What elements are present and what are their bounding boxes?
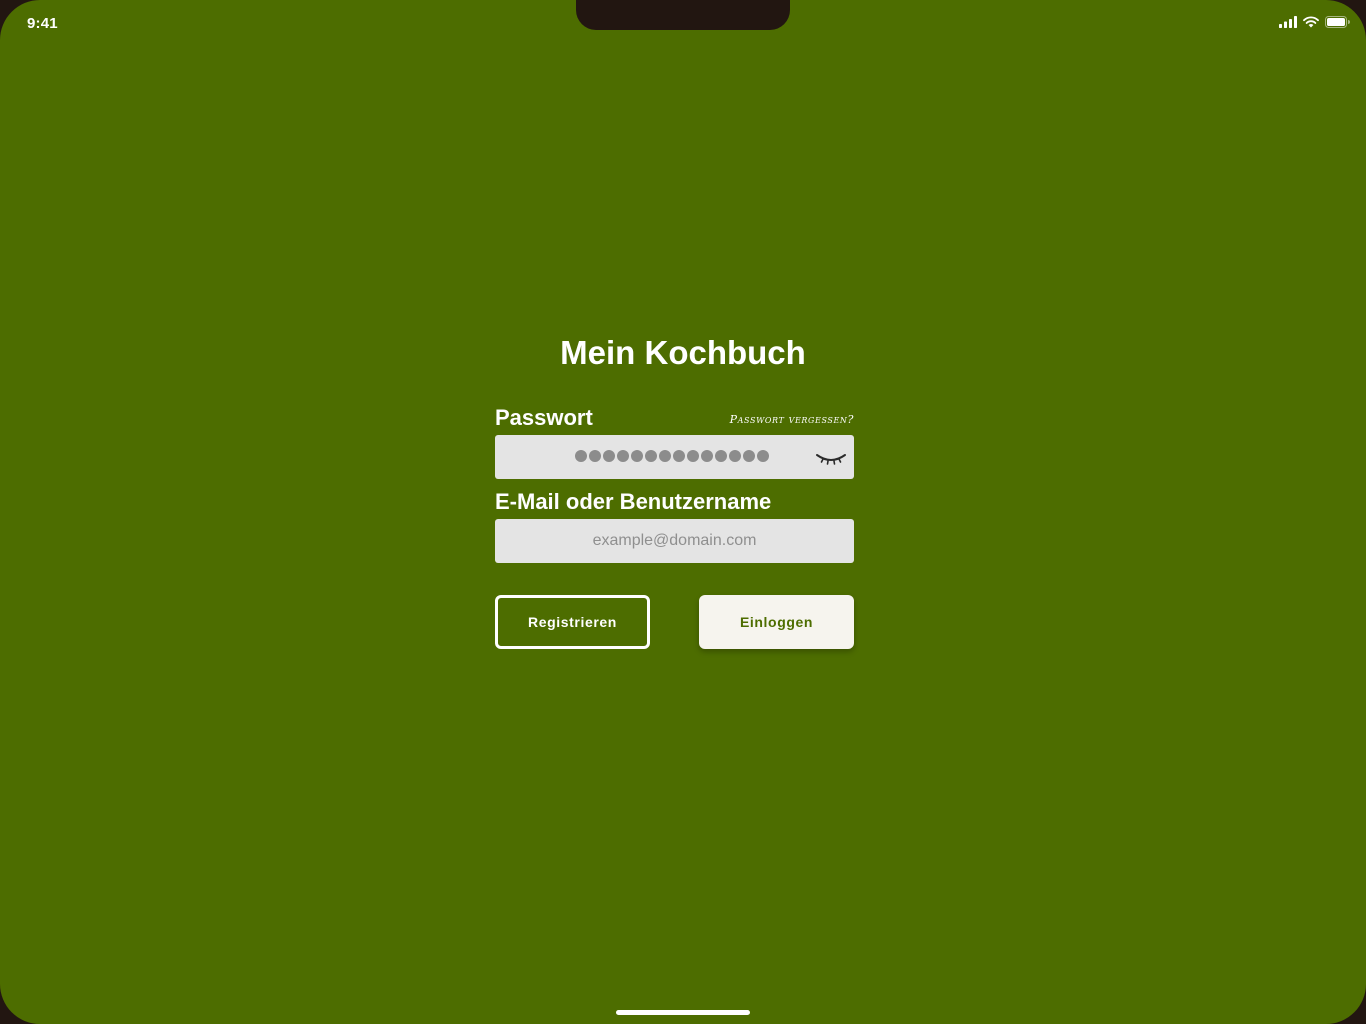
register-button[interactable]: Registrieren (495, 595, 650, 649)
password-mask-dot (589, 450, 601, 462)
email-placeholder: example@domain.com (592, 532, 757, 549)
home-indicator[interactable] (616, 1010, 750, 1015)
password-mask-dot (743, 450, 755, 462)
eye-closed-icon[interactable] (815, 449, 847, 467)
status-time: 9:41 (27, 15, 58, 32)
password-mask-dot (645, 450, 657, 462)
battery-icon (1325, 16, 1350, 28)
status-icons (1279, 15, 1350, 29)
password-mask-dot (729, 450, 741, 462)
password-mask-dot (631, 450, 643, 462)
password-mask (575, 450, 769, 462)
password-label: Passwort (495, 405, 593, 430)
password-mask-dot (659, 450, 671, 462)
password-mask-dot (701, 450, 713, 462)
password-mask-dot (575, 450, 587, 462)
email-field[interactable]: example@domain.com (495, 519, 854, 563)
password-mask-dot (757, 450, 769, 462)
password-mask-dot (617, 450, 629, 462)
wifi-icon (1303, 16, 1319, 28)
app-title: Mein Kochbuch (560, 334, 806, 371)
login-button[interactable]: Einloggen (699, 595, 854, 649)
password-mask-dot (673, 450, 685, 462)
camera-notch (576, 0, 790, 30)
password-field[interactable] (495, 435, 854, 479)
password-mask-dot (715, 450, 727, 462)
password-mask-dot (603, 450, 615, 462)
password-mask-dot (687, 450, 699, 462)
forgot-password-link[interactable]: Passwort vergessen? (730, 413, 854, 426)
cellular-signal-icon (1279, 16, 1297, 28)
email-label: E-Mail oder Benutzername (495, 489, 772, 514)
app-screen: 9:41 Mein Kochbuch Passwort Passwort ver… (0, 0, 1366, 1024)
